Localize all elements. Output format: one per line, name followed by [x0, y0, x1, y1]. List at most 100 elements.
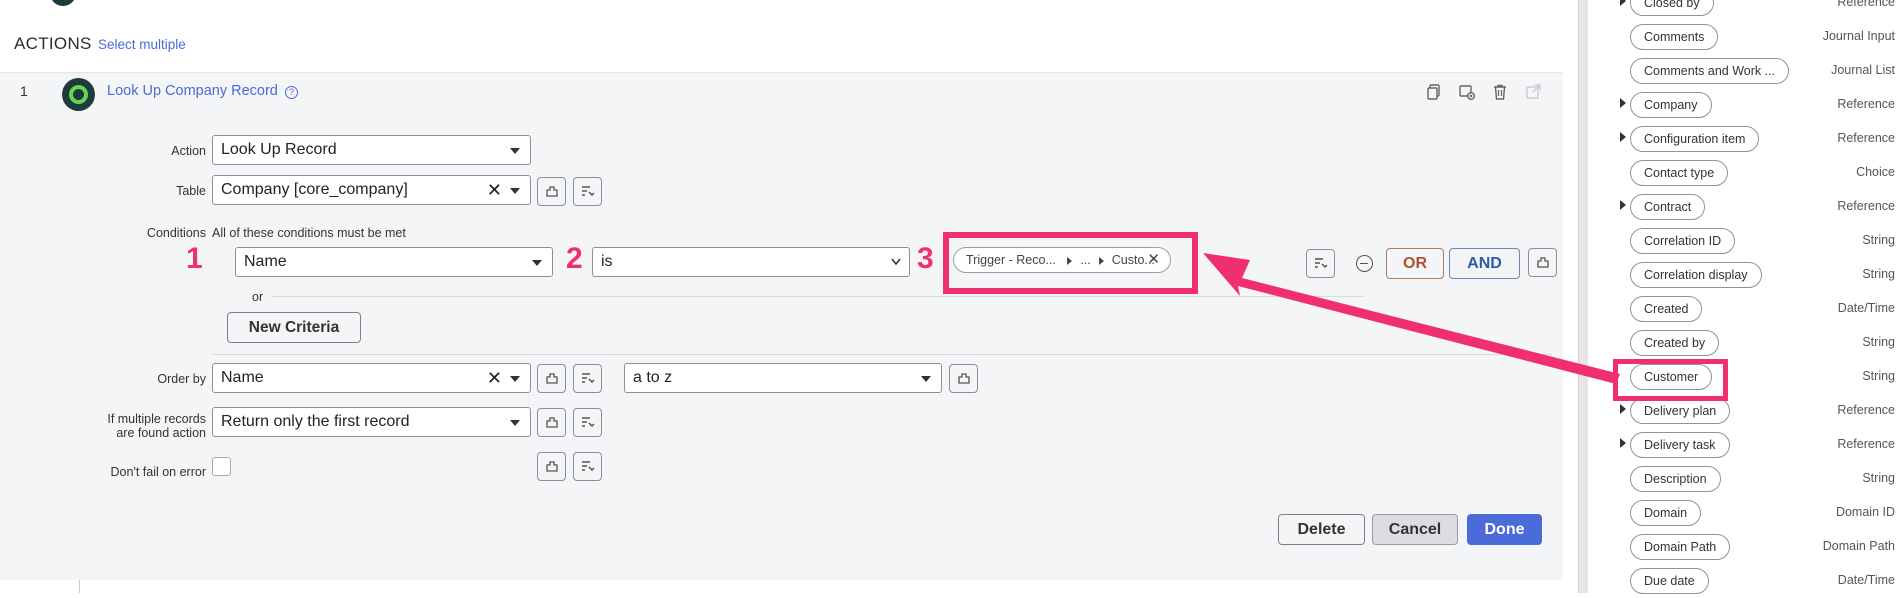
order-by-value: Name	[221, 369, 264, 386]
data-pill-field[interactable]: Delivery plan	[1630, 398, 1731, 424]
select-multiple-link[interactable]: Select multiple	[98, 37, 186, 52]
data-pill-field[interactable]: Domain Path	[1630, 534, 1731, 560]
done-button[interactable]: Done	[1467, 514, 1542, 545]
data-pill-field[interactable]: Comments and Work ...	[1630, 58, 1790, 84]
conditions-hint: All of these conditions must be met	[212, 226, 406, 240]
multiple-records-script-toggle-button[interactable]	[573, 408, 602, 437]
open-external-icon[interactable]	[1524, 84, 1542, 102]
order-by-pill-picker-button[interactable]	[537, 364, 566, 393]
data-pill-field[interactable]: Comments	[1630, 24, 1719, 50]
cancel-button[interactable]: Cancel	[1372, 514, 1458, 545]
data-pill-field[interactable]: Description	[1630, 466, 1721, 492]
data-panel-field-row[interactable]: Created by String	[1588, 326, 1901, 360]
actions-heading: ACTIONS	[14, 34, 92, 53]
data-panel-field-row[interactable]: Correlation display String	[1588, 258, 1901, 292]
field-type-label: Date/Time	[1837, 301, 1895, 315]
order-direction-select[interactable]: a to z	[624, 363, 942, 393]
field-type-label: Reference	[1837, 0, 1895, 9]
expand-caret-icon[interactable]	[1620, 98, 1626, 108]
expand-caret-icon[interactable]	[1620, 0, 1626, 6]
data-pill-field[interactable]: Due date	[1630, 568, 1709, 594]
data-panel-field-row[interactable]: Comments Journal Input	[1588, 20, 1901, 54]
table-select[interactable]: Company [core_company] ✕	[212, 175, 531, 205]
field-type-label: String	[1862, 471, 1895, 485]
data-pill-picker-button[interactable]	[537, 177, 566, 206]
order-by-select[interactable]: Name ✕	[212, 363, 531, 393]
field-type-label: Domain ID	[1835, 505, 1895, 519]
condition-field-select[interactable]: Name	[235, 247, 553, 277]
expand-caret-icon[interactable]	[1620, 132, 1626, 142]
data-pill-field[interactable]: Contact type	[1630, 160, 1729, 186]
data-panel-field-row[interactable]: Correlation ID String	[1588, 224, 1901, 258]
remove-pill-icon[interactable]: ✕	[1147, 248, 1160, 272]
data-pill-field[interactable]: Created by	[1630, 330, 1720, 356]
field-type-label: Domain Path	[1822, 539, 1895, 553]
data-panel-field-row[interactable]: Domain Domain ID	[1588, 496, 1901, 530]
chevron-down-icon	[532, 260, 542, 266]
action-select[interactable]: Look Up Record	[212, 135, 531, 165]
conditions-label: Conditions	[146, 226, 206, 240]
condition-operator-select[interactable]: is	[592, 247, 910, 277]
dont-fail-script-toggle-button[interactable]	[573, 452, 602, 481]
expand-caret-icon[interactable]	[1620, 404, 1626, 414]
data-panel-field-row[interactable]: Delivery task Reference	[1588, 428, 1901, 462]
duplicate-icon[interactable]	[1458, 84, 1476, 102]
table-select-value: Company [core_company]	[221, 181, 408, 198]
panel-divider-scrollbar[interactable]	[1578, 0, 1588, 593]
condition-pill-picker-button[interactable]	[1528, 248, 1557, 277]
and-button[interactable]: AND	[1449, 248, 1520, 279]
action-title-link[interactable]: Look Up Company Record	[107, 83, 278, 99]
order-by-script-toggle-button[interactable]	[573, 364, 602, 393]
data-pill-field[interactable]: Correlation ID	[1630, 228, 1736, 254]
clear-icon[interactable]: ✕	[487, 179, 502, 201]
section-divider	[212, 354, 1552, 355]
data-panel-field-row[interactable]: Company Reference	[1588, 88, 1901, 122]
multiple-records-label-line2: are found action	[116, 426, 206, 440]
data-pill-field[interactable]: Contract	[1630, 194, 1706, 220]
data-pill-field[interactable]: Delivery task	[1630, 432, 1730, 458]
remove-condition-icon[interactable]	[1356, 255, 1373, 272]
annotation-number-2: 2	[566, 242, 583, 275]
data-pill-field[interactable]: Domain	[1630, 500, 1702, 526]
delete-button[interactable]: Delete	[1278, 514, 1365, 545]
data-pill-field[interactable]: Correlation display	[1630, 262, 1762, 288]
data-panel-field-row[interactable]: Description String	[1588, 462, 1901, 496]
field-type-label: Journal Input	[1822, 29, 1895, 43]
data-panel-field-row[interactable]: Closed by Reference	[1588, 0, 1901, 20]
expand-caret-icon[interactable]	[1620, 200, 1626, 210]
dont-fail-pill-picker-button[interactable]	[537, 452, 566, 481]
data-pill-field[interactable]: Closed by	[1630, 0, 1714, 16]
data-pill-field[interactable]: Configuration item	[1630, 126, 1760, 152]
action-number: 1	[20, 83, 28, 99]
script-toggle-button[interactable]	[573, 177, 602, 206]
flow-connector	[79, 580, 80, 593]
data-panel-field-row[interactable]: Comments and Work ... Journal List	[1588, 54, 1901, 88]
data-panel-field-row[interactable]: Contract Reference	[1588, 190, 1901, 224]
expand-caret-icon[interactable]	[1620, 438, 1626, 448]
data-panel-field-row[interactable]: Configuration item Reference	[1588, 122, 1901, 156]
pill-segment-middle: ...	[1080, 253, 1091, 267]
data-pill-field[interactable]: Created	[1630, 296, 1703, 322]
caret-right-icon	[1098, 256, 1104, 265]
trash-icon[interactable]	[1491, 84, 1509, 102]
data-pill-field[interactable]: Company	[1630, 92, 1712, 118]
field-type-label: Reference	[1837, 403, 1895, 417]
data-panel-field-row[interactable]: Contact type Choice	[1588, 156, 1901, 190]
copy-icon[interactable]	[1425, 84, 1443, 102]
new-criteria-button[interactable]: New Criteria	[227, 312, 361, 343]
dont-fail-checkbox[interactable]	[212, 457, 231, 476]
or-button[interactable]: OR	[1386, 248, 1444, 279]
order-direction-pill-picker-button[interactable]	[949, 364, 978, 393]
multiple-records-label-line1: If multiple records	[107, 412, 206, 426]
condition-script-toggle-button[interactable]	[1306, 249, 1335, 278]
multiple-records-select[interactable]: Return only the first record	[212, 407, 531, 437]
help-circle-icon[interactable]: ?	[285, 86, 298, 99]
chevron-down-icon	[510, 148, 520, 154]
field-type-label: Date/Time	[1837, 573, 1895, 587]
field-type-label: Reference	[1837, 437, 1895, 451]
data-panel-field-row[interactable]: Created Date/Time	[1588, 292, 1901, 326]
clear-icon[interactable]: ✕	[487, 367, 502, 389]
multiple-records-pill-picker-button[interactable]	[537, 408, 566, 437]
data-panel-field-row[interactable]: Domain Path Domain Path	[1588, 530, 1901, 564]
condition-value-data-pill[interactable]: Trigger - Reco... ... Custo... ✕	[953, 247, 1171, 273]
